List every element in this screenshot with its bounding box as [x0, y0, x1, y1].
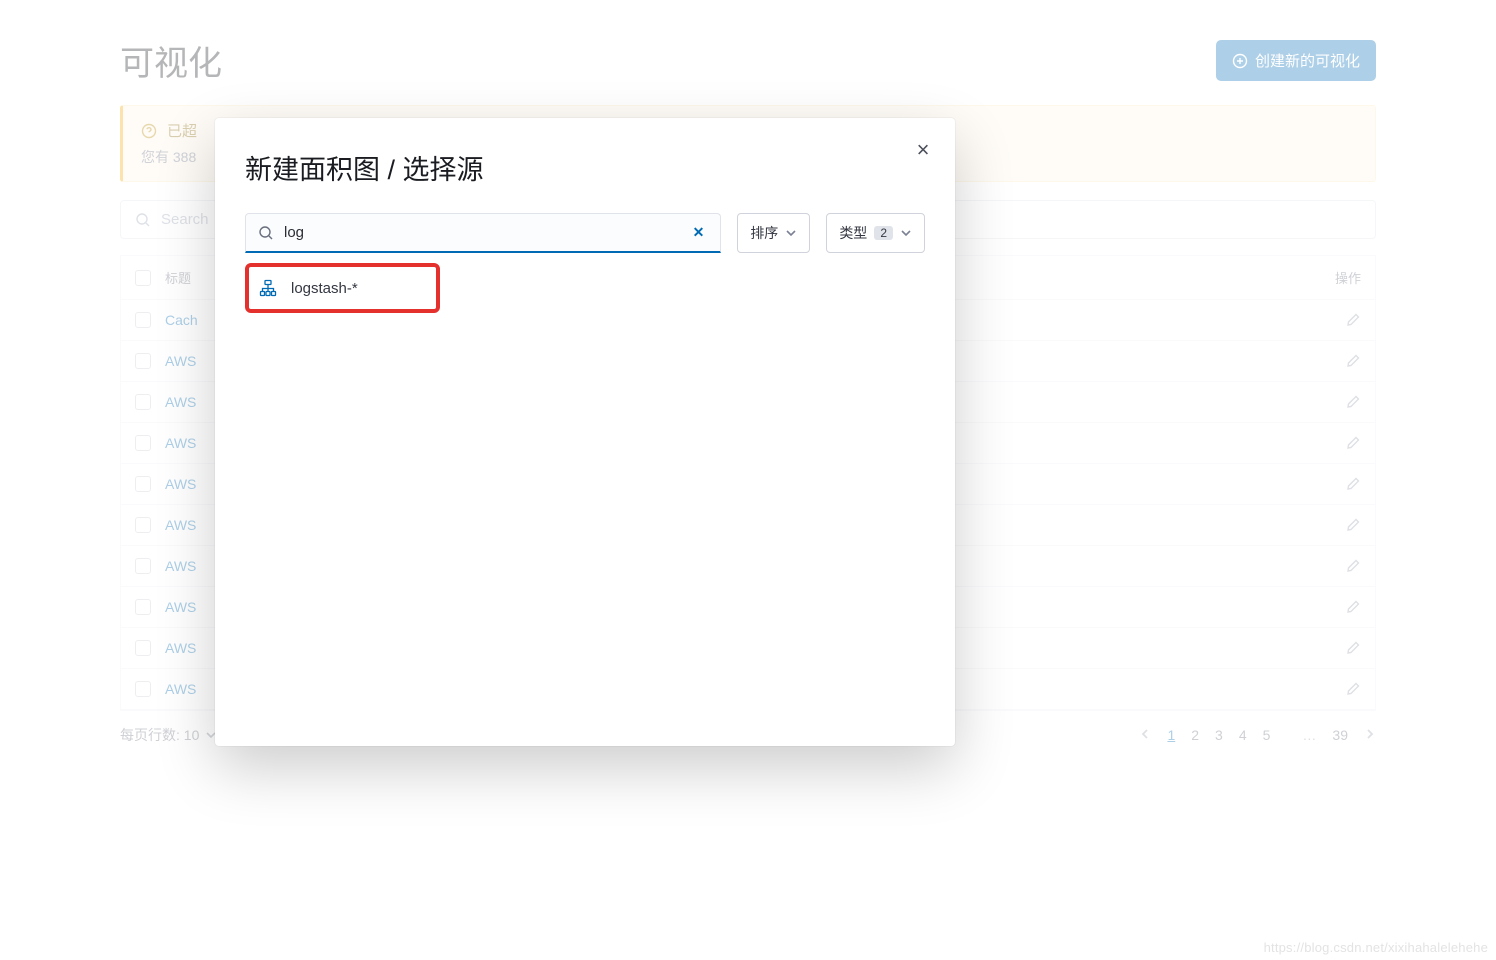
source-result-label: logstash-*	[291, 280, 358, 297]
watermark: https://blog.csdn.net/xixihahalelehehe	[1264, 940, 1488, 955]
chevron-down-icon	[785, 227, 797, 239]
close-icon: ×	[917, 137, 930, 163]
search-icon	[258, 225, 274, 241]
type-count-badge: 2	[874, 226, 893, 240]
index-pattern-icon	[259, 279, 277, 297]
source-search-field[interactable]: ✕	[245, 213, 721, 253]
sort-select[interactable]: 排序	[737, 213, 810, 253]
type-select[interactable]: 类型 2	[826, 213, 925, 253]
close-button[interactable]: ×	[909, 136, 937, 164]
modal-title: 新建面积图 / 选择源	[245, 148, 925, 187]
type-label: 类型	[839, 223, 867, 243]
highlighted-result-box: logstash-*	[245, 263, 440, 313]
source-search-input[interactable]	[284, 224, 679, 241]
sort-label: 排序	[750, 223, 778, 243]
clear-search-button[interactable]: ✕	[689, 222, 709, 243]
source-result-item[interactable]: logstash-*	[249, 267, 436, 309]
x-icon: ✕	[693, 224, 705, 240]
new-area-chart-modal: × 新建面积图 / 选择源 ✕ 排序 类型 2	[215, 118, 955, 746]
chevron-down-icon	[900, 227, 912, 239]
